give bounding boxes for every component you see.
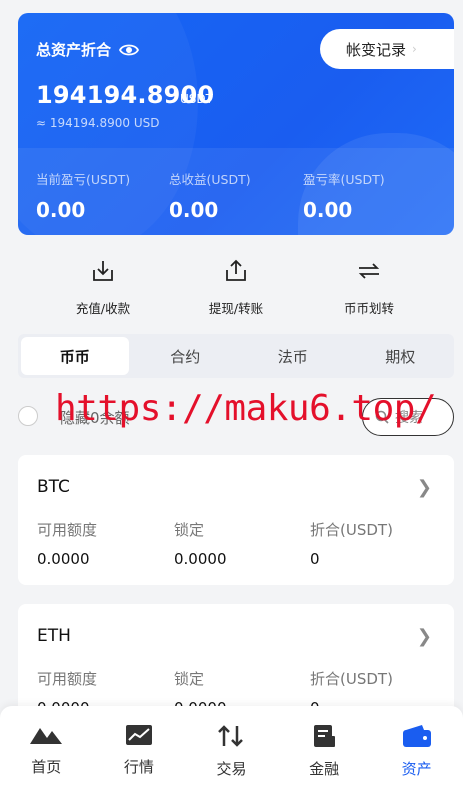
stat-current-pnl: 当前盈亏(USDT) 0.00 bbox=[36, 169, 130, 222]
transfer-button[interactable]: 币币划转 bbox=[319, 258, 419, 317]
ledger-button-label: 帐变记录 bbox=[346, 40, 407, 59]
tab-options[interactable]: 期权 bbox=[347, 334, 455, 378]
nav-market-label: 行情 bbox=[123, 758, 154, 776]
home-icon bbox=[30, 728, 63, 744]
nav-home-label: 首页 bbox=[31, 758, 62, 776]
tab-contract[interactable]: 合约 bbox=[132, 334, 240, 378]
nav-finance[interactable]: 金融 bbox=[278, 706, 371, 796]
download-icon bbox=[93, 261, 113, 281]
coin-col-header: 折合(USDT) bbox=[310, 670, 393, 688]
transfer-label: 币币划转 bbox=[343, 301, 394, 316]
total-balance-usd: ≈ 194194.8900 USD bbox=[36, 116, 160, 130]
stat-label: 总收益(USDT) bbox=[169, 172, 251, 187]
finance-icon bbox=[314, 725, 336, 747]
trade-icon bbox=[218, 725, 244, 747]
coin-col-value: 0 bbox=[310, 550, 320, 568]
total-balance-unit: USDT bbox=[180, 92, 213, 106]
coin-col-value: 0.0000 bbox=[174, 550, 227, 568]
deposit-label: 充值/收款 bbox=[75, 301, 131, 316]
nav-finance-label: 金融 bbox=[309, 760, 340, 778]
coin-locked: 锁定 0.0000 bbox=[174, 519, 227, 568]
coin-card-btc[interactable]: BTC ❯ 可用额度 0.0000 锁定 0.0000 折合(USDT) 0 bbox=[18, 455, 454, 585]
nav-trade-label: 交易 bbox=[216, 760, 247, 778]
asset-title-label: 总资产折合 bbox=[36, 41, 112, 59]
nav-trade[interactable]: 交易 bbox=[185, 706, 278, 796]
withdraw-label: 提现/转账 bbox=[208, 301, 264, 316]
coin-available: 可用额度 0.0000 bbox=[37, 519, 97, 568]
coin-name: ETH bbox=[37, 626, 71, 646]
nav-market[interactable]: 行情 bbox=[93, 706, 186, 796]
coin-col-header: 折合(USDT) bbox=[310, 521, 393, 539]
stat-label: 当前盈亏(USDT) bbox=[36, 172, 131, 187]
stat-label: 盈亏率(USDT) bbox=[303, 172, 385, 187]
hide-zero-balance-radio[interactable] bbox=[18, 406, 38, 426]
nav-assets[interactable]: 资产 bbox=[370, 706, 463, 796]
upload-icon bbox=[226, 259, 246, 281]
stat-value: 0.00 bbox=[169, 198, 219, 222]
wallet-icon bbox=[402, 725, 431, 747]
nav-home[interactable]: 首页 bbox=[0, 706, 93, 796]
coin-col-header: 可用额度 bbox=[37, 521, 98, 539]
chevron-right-icon: › bbox=[412, 42, 417, 56]
deposit-button[interactable]: 充值/收款 bbox=[53, 258, 153, 317]
tab-spot[interactable]: 币币 bbox=[21, 337, 129, 375]
ledger-button[interactable]: 帐变记录 › bbox=[320, 29, 454, 69]
coin-col-value: 0.0000 bbox=[37, 550, 90, 568]
market-icon bbox=[125, 725, 152, 745]
transfer-icon bbox=[358, 263, 380, 279]
withdraw-button[interactable]: 提现/转账 bbox=[186, 258, 286, 317]
stat-value: 0.00 bbox=[303, 198, 353, 222]
coin-col-header: 可用额度 bbox=[37, 670, 98, 688]
chevron-right-icon: ❯ bbox=[416, 477, 432, 498]
coin-name: BTC bbox=[37, 477, 70, 497]
stat-pnl-rate: 盈亏率(USDT) 0.00 bbox=[303, 169, 385, 222]
coin-converted: 折合(USDT) 0 bbox=[310, 519, 393, 568]
bottom-nav: 首页 行情 交易 金融 资产 bbox=[0, 706, 463, 796]
asset-summary-card: 总资产折合 帐变记录 › 194194.8900 USDT ≈ 194194.8… bbox=[18, 13, 454, 235]
asset-type-tabs: 币币 合约 法币 期权 bbox=[18, 334, 454, 378]
tab-fiat[interactable]: 法币 bbox=[239, 334, 347, 378]
eye-icon[interactable] bbox=[119, 43, 140, 57]
watermark-url: https://maku6.top/ bbox=[55, 388, 437, 429]
asset-title: 总资产折合 bbox=[36, 39, 140, 60]
chevron-right-icon: ❯ bbox=[416, 626, 432, 647]
coin-col-header: 锁定 bbox=[174, 670, 205, 688]
nav-assets-label: 资产 bbox=[401, 760, 432, 778]
coin-col-header: 锁定 bbox=[174, 521, 205, 539]
stat-value: 0.00 bbox=[36, 198, 86, 222]
stat-total-earnings: 总收益(USDT) 0.00 bbox=[169, 169, 251, 222]
